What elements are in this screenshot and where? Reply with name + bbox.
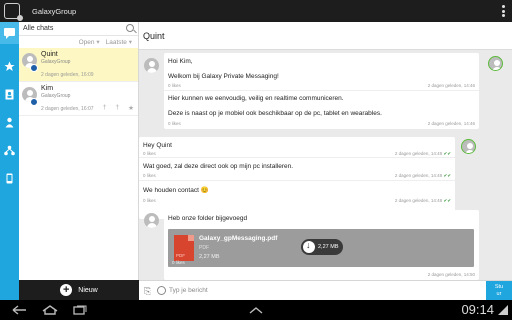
favorite-star-icon[interactable]: ★ — [128, 104, 134, 112]
message: Welkom bij Galaxy Private Messaging! 0 l… — [164, 67, 479, 89]
file-attachment[interactable]: PDF Galaxy_gpMessaging.pdf PDF 2,27 MB 2… — [168, 229, 474, 267]
app-title: GalaxyGroup — [32, 6, 77, 16]
message-text: Deze is naast op je mobiel ook beschikba… — [168, 110, 382, 117]
person-icon[interactable] — [4, 115, 15, 128]
avatar — [461, 139, 476, 154]
file-type: PDF — [199, 245, 209, 251]
new-chat-label: Nieuw — [78, 286, 98, 294]
like-count[interactable]: 0 likes — [168, 83, 181, 88]
chat-group: GalaxyGroup — [41, 93, 71, 99]
search-icon[interactable] — [126, 24, 134, 32]
chat-name: Quint — [41, 51, 58, 58]
home-icon[interactable] — [40, 305, 60, 315]
send-button[interactable]: Stu ur — [486, 281, 512, 301]
back-icon[interactable] — [10, 305, 30, 315]
chat-list-item-kim[interactable]: Kim GalaxyGroup 2 dagen geleden, 16:07 †… — [19, 82, 138, 116]
conversation-panel: Quint Hoi Kim, Welkom bij Galaxy Private… — [139, 22, 512, 280]
emoji-picker-icon[interactable] — [157, 286, 166, 295]
message-time: 2 dagen geleden, 14:48 ✔✔ — [394, 198, 451, 203]
chat-timestamp: 2 dagen geleden, 16:07 — [41, 106, 94, 112]
like-count[interactable]: 0 likes — [172, 260, 185, 265]
chevron-up-icon[interactable] — [246, 305, 266, 315]
file-name: Galaxy_gpMessaging.pdf — [199, 235, 278, 242]
message: Hier kunnen we eenvoudig, veilig en real… — [164, 90, 479, 104]
overflow-menu-icon[interactable] — [502, 5, 506, 17]
conversation-title: Quint — [143, 30, 165, 41]
message-bubble: Hoi Kim, Welkom bij Galaxy Private Messa… — [164, 53, 479, 129]
avatar — [144, 58, 159, 73]
chat-list-title: Alle chats — [23, 25, 54, 32]
conversation-header: Quint — [139, 22, 512, 50]
delivered-check-icon: ✔✔ — [443, 151, 451, 156]
chat-timestamp: 2 dagen geleden, 16:09 — [41, 72, 94, 78]
message: Deze is naast op je mobiel ook beschikba… — [164, 105, 479, 129]
message-composer: ⎘ Typ je bericht Stu ur — [139, 280, 512, 301]
avatar — [488, 56, 503, 71]
like-count[interactable]: 0 likes — [168, 121, 181, 126]
message-text: Heb onze folder bijgevoegd — [168, 215, 248, 222]
pdf-file-icon: PDF — [174, 235, 194, 261]
message-text: Wat goed, zal deze direct ook op mijn pc… — [143, 163, 294, 170]
avatar — [144, 213, 159, 228]
attach-paperclip-icon[interactable]: ⎘ — [144, 286, 151, 297]
message-input[interactable]: Typ je bericht — [169, 287, 208, 294]
filter-open-dropdown[interactable]: Open — [79, 38, 100, 46]
plus-icon: + — [60, 284, 73, 296]
message-text: Hoi Kim, — [168, 58, 193, 65]
network-icon[interactable] — [4, 143, 15, 156]
message-time: 2 dagen geleden, 14:46 — [427, 83, 475, 88]
message: Hoi Kim, — [164, 53, 479, 67]
contacts-icon[interactable] — [4, 87, 15, 100]
message-text: Hier kunnen we eenvoudig, veilig en real… — [168, 95, 344, 102]
user-badge-icon — [30, 98, 38, 106]
message-bubble: Hey Quint 0 likes 2 dagen geleden, 14:48… — [139, 137, 455, 219]
chat-list-panel: Alle chats Open Laatste Quint GalaxyGrou… — [19, 22, 139, 280]
star-icon[interactable] — [4, 59, 15, 71]
message-time: 2 dagen geleden, 14:50 — [427, 272, 475, 277]
download-button[interactable]: 2,27 MB — [301, 239, 343, 255]
download-size: 2,27 MB — [318, 244, 339, 250]
smiley-emoji-icon: 😊 — [200, 187, 209, 194]
message: Hey Quint 0 likes 2 dagen geleden, 14:48… — [139, 137, 455, 157]
filter-row: Open Laatste — [19, 36, 138, 48]
like-count[interactable]: 0 likes — [143, 173, 156, 178]
sort-latest-dropdown[interactable]: Laatste — [106, 38, 132, 46]
new-chat-button[interactable]: + Nieuw — [19, 280, 139, 300]
pin-icon[interactable]: † — [103, 104, 107, 112]
chat-actions: † † ★ — [103, 104, 134, 112]
system-clock: 09:14 — [461, 302, 494, 317]
chat-icon[interactable] — [0, 22, 19, 44]
user-badge-icon — [30, 64, 38, 72]
message-text: Welkom bij Galaxy Private Messaging! — [168, 73, 279, 80]
delivered-check-icon: ✔✔ — [443, 198, 451, 203]
message-time: 2 dagen geleden, 14:46 — [427, 121, 475, 126]
message-time: 2 dagen geleden, 14:48 ✔✔ — [394, 173, 451, 178]
chat-list-item-quint[interactable]: Quint GalaxyGroup 2 dagen geleden, 16:09 — [19, 48, 138, 82]
like-count[interactable]: 0 likes — [143, 198, 156, 203]
message-text: We houden contact 😊 — [143, 187, 209, 194]
delivered-check-icon: ✔✔ — [443, 173, 451, 178]
navigation-rail — [0, 22, 19, 300]
app-bar: GalaxyGroup — [0, 0, 512, 22]
phone-icon[interactable] — [4, 171, 15, 184]
chat-name: Kim — [41, 85, 54, 92]
file-size: 2,27 MB — [199, 254, 220, 260]
message-bubble: Heb onze folder bijgevoegd PDF Galaxy_gp… — [164, 210, 479, 280]
message: Wat goed, zal deze direct ook op mijn pc… — [139, 158, 455, 180]
signal-icon — [498, 305, 508, 315]
download-icon — [303, 240, 315, 253]
message: Heb onze folder bijgevoegd — [164, 210, 479, 224]
system-navigation-bar: 09:14 — [0, 300, 512, 320]
message: We houden contact 😊 0 likes 2 dagen gele… — [139, 181, 455, 205]
app-logo-icon[interactable] — [4, 3, 23, 21]
mute-icon[interactable]: † — [116, 104, 120, 112]
message-text: Hey Quint — [143, 142, 172, 149]
chat-list-header: Alle chats — [19, 22, 138, 36]
chat-group: GalaxyGroup — [41, 59, 71, 65]
like-count[interactable]: 0 likes — [143, 151, 156, 156]
recent-apps-icon[interactable] — [70, 305, 90, 315]
